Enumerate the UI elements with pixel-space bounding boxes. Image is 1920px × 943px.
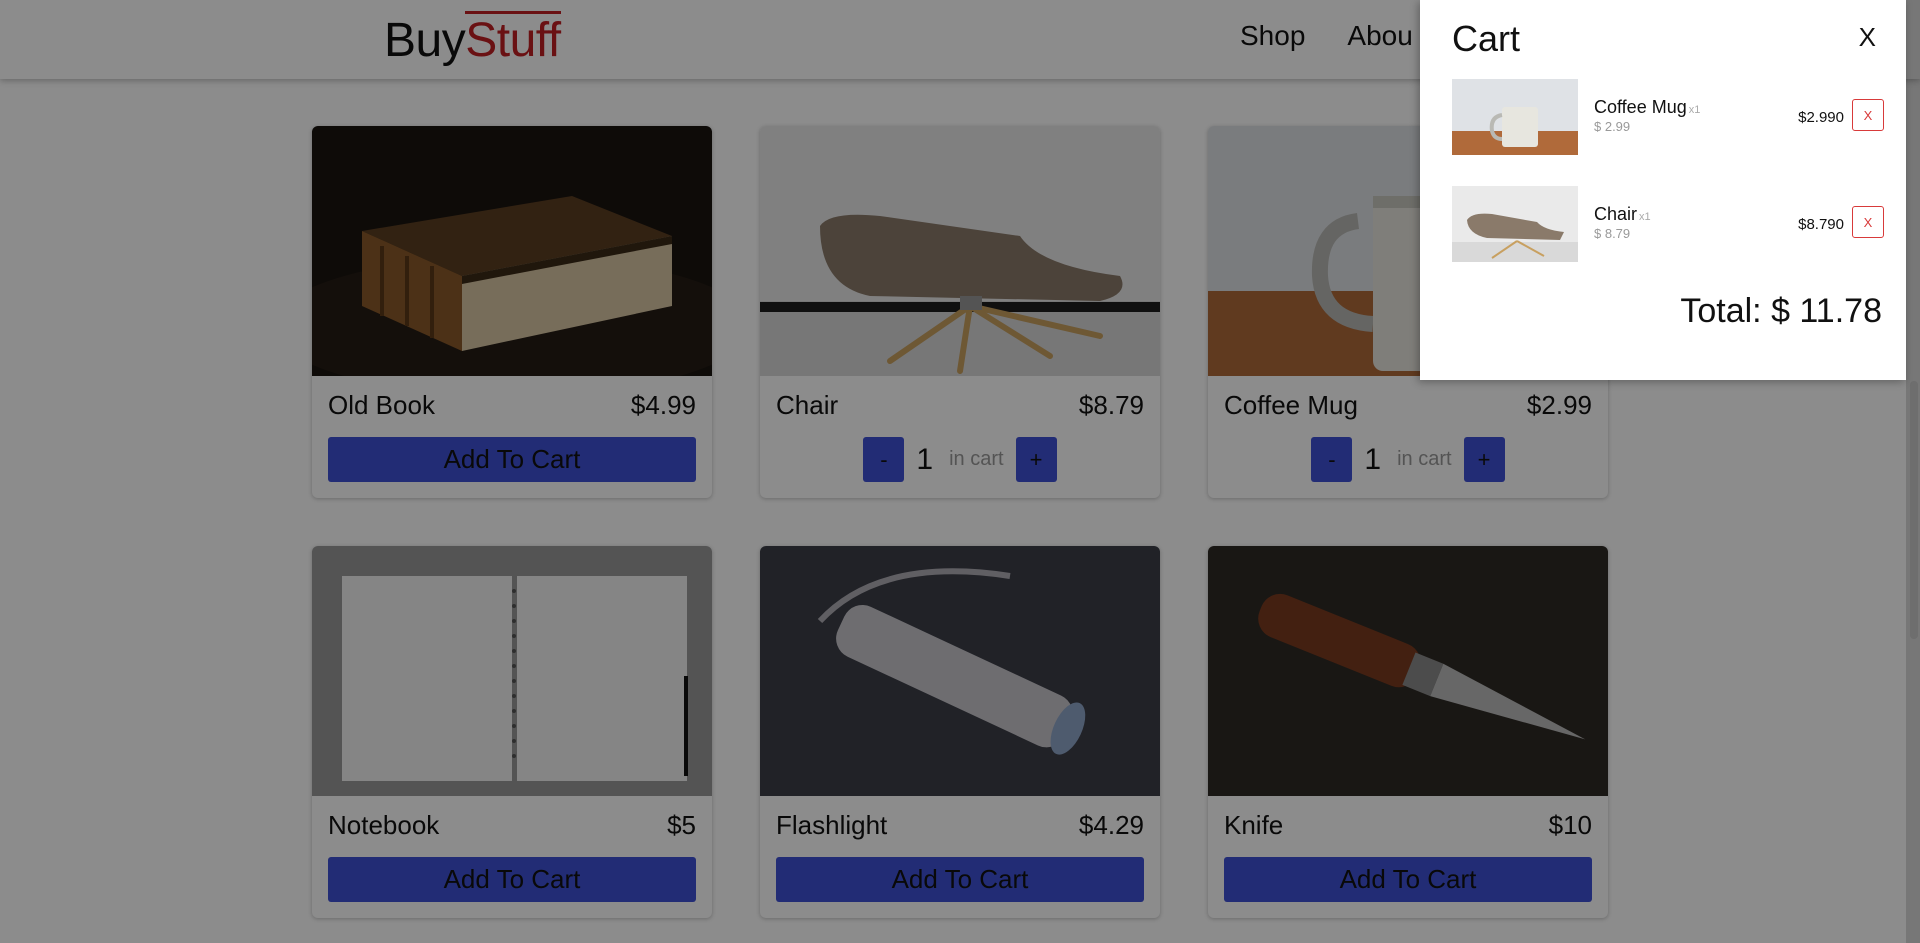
cart-item-line-total: $8.790 bbox=[1798, 216, 1844, 233]
cart-title: Cart bbox=[1452, 18, 1521, 59]
cart-item-thumbnail bbox=[1452, 79, 1578, 155]
remove-item-button[interactable]: X bbox=[1852, 206, 1884, 238]
cart-panel: Cart X Coffee Mug x1 $ 2.99 $2.990 X Chai… bbox=[1420, 0, 1906, 380]
scrollbar-thumb[interactable] bbox=[1910, 381, 1918, 639]
cart-item: Chair x1 $ 8.79 $8.790 X bbox=[1452, 186, 1892, 262]
cart-item-unit-price: $ 8.79 bbox=[1594, 226, 1631, 241]
cart-item-name: Coffee Mug x1 bbox=[1594, 97, 1700, 118]
cart-item-qty: x1 bbox=[1639, 211, 1651, 223]
cart-item: Coffee Mug x1 $ 2.99 $2.990 X bbox=[1452, 79, 1892, 155]
cart-item-name-text: Chair bbox=[1594, 204, 1638, 224]
cart-item-name-text: Coffee Mug bbox=[1594, 97, 1687, 117]
cart-item-unit-price: $ 2.99 bbox=[1594, 119, 1631, 134]
cart-item-line-total: $2.990 bbox=[1798, 109, 1844, 126]
cart-item-qty: x1 bbox=[1688, 104, 1701, 116]
cart-total: Total: $ 11.78 bbox=[1680, 292, 1882, 330]
cart-item-name: Chair x1 bbox=[1594, 204, 1651, 225]
cart-close-button[interactable]: X bbox=[1859, 22, 1876, 53]
remove-item-button[interactable]: X bbox=[1852, 99, 1884, 131]
cart-item-thumbnail bbox=[1452, 186, 1578, 262]
